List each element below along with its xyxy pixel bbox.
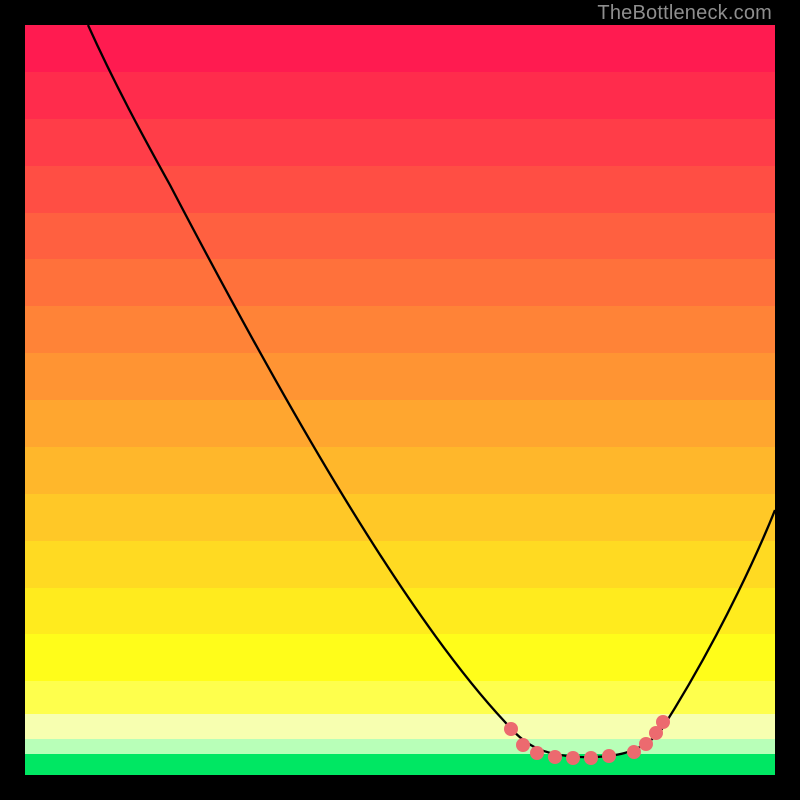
curve-line — [88, 25, 775, 757]
curve-highlight-dots — [504, 715, 670, 765]
highlight-dot — [639, 737, 653, 751]
highlight-dot — [504, 722, 518, 736]
highlight-dot — [656, 715, 670, 729]
highlight-dot — [584, 751, 598, 765]
highlight-dot — [627, 745, 641, 759]
chart-plot-area — [25, 25, 775, 775]
highlight-dot — [530, 746, 544, 760]
highlight-dot — [548, 750, 562, 764]
highlight-dot — [516, 738, 530, 752]
highlight-dot — [566, 751, 580, 765]
highlight-dot — [602, 749, 616, 763]
chart-frame: TheBottleneck.com — [0, 0, 800, 800]
attribution-text: TheBottleneck.com — [597, 2, 772, 25]
bottleneck-curve — [25, 25, 775, 775]
